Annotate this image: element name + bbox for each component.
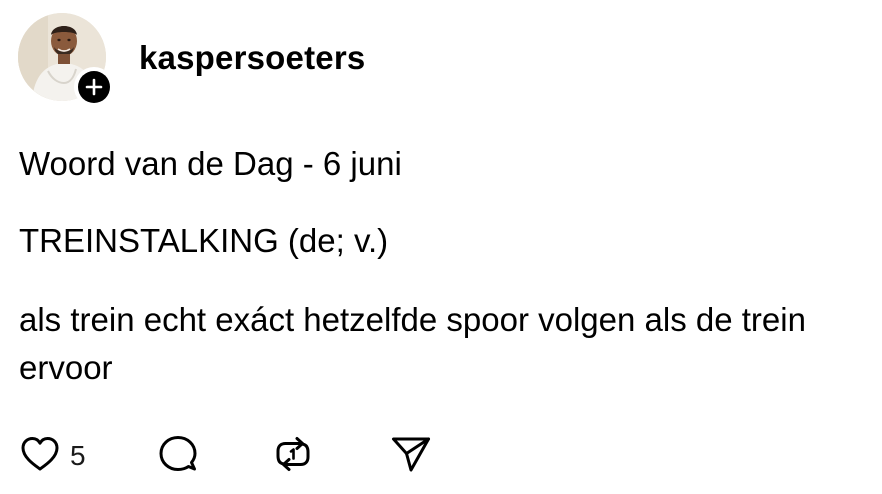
username[interactable]: kaspersoeters xyxy=(139,38,365,78)
plus-icon xyxy=(78,71,110,103)
speech-bubble-icon xyxy=(158,434,198,479)
action-bar: 5 xyxy=(20,434,460,478)
reply-button[interactable] xyxy=(158,434,198,478)
repost-button[interactable] xyxy=(273,434,313,478)
follow-button[interactable] xyxy=(74,67,114,107)
post-definition: als trein echt exáct hetzelfde spoor vol… xyxy=(19,301,806,386)
author-avatar-group[interactable] xyxy=(18,13,114,107)
like-count: 5 xyxy=(70,440,86,471)
post-title-line: Woord van de Dag - 6 juni xyxy=(19,145,402,182)
like-button[interactable]: 5 xyxy=(20,434,86,478)
heart-icon xyxy=(20,436,60,477)
thread-post: kaspersoeters Woord van de Dag - 6 juni … xyxy=(0,0,882,494)
share-button[interactable] xyxy=(390,434,432,478)
post-word-line: TREINSTALKING (de; v.) xyxy=(19,222,389,259)
paper-plane-icon xyxy=(390,434,432,479)
repost-arrows-icon xyxy=(273,434,313,479)
